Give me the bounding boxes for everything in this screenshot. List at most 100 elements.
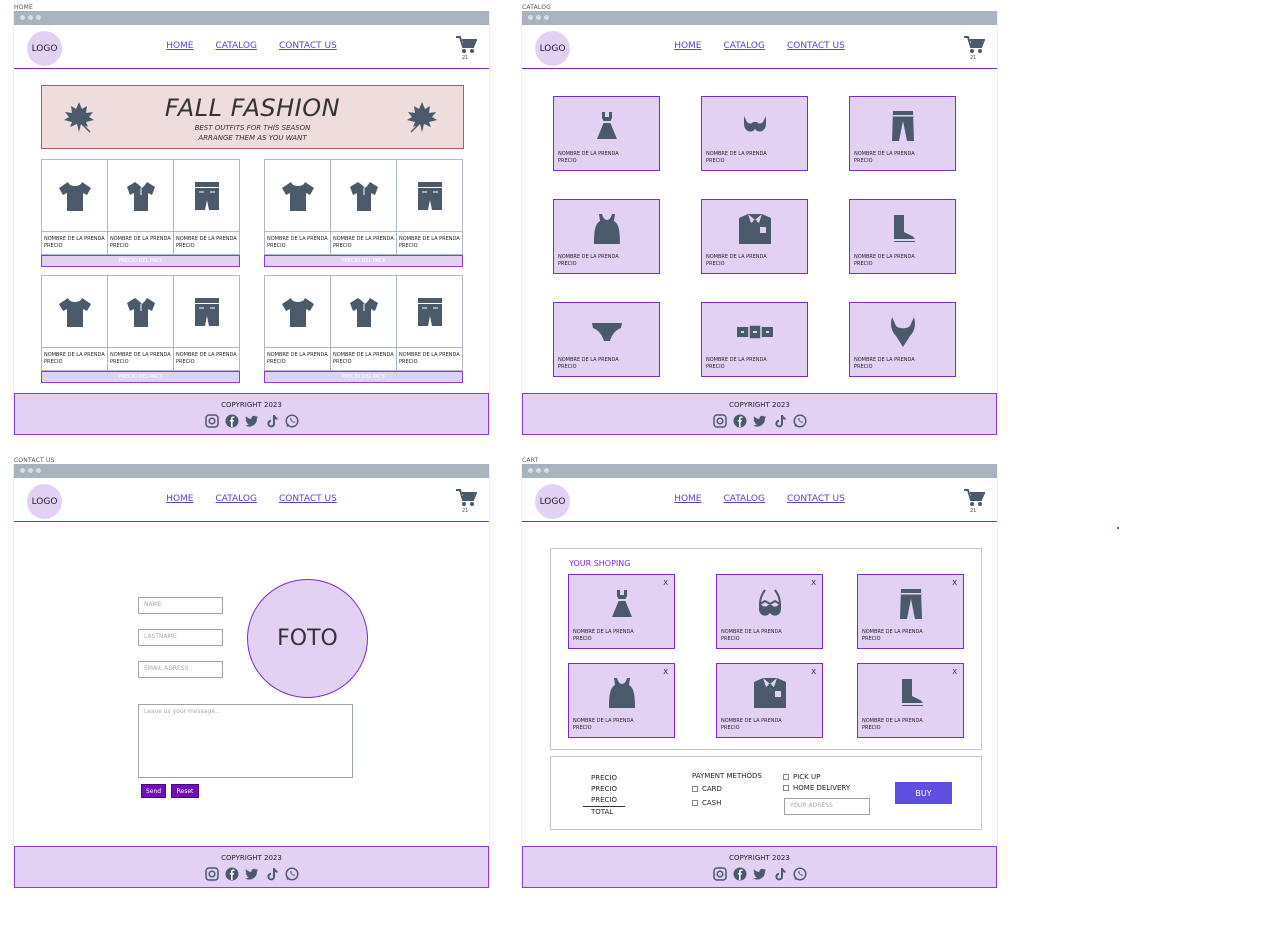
instagram-icon[interactable] <box>712 866 727 881</box>
cart-item[interactable]: X NOMBRE DE LA PRENDA PRECIO <box>716 663 823 738</box>
tshirt-icon <box>58 181 91 211</box>
nav-catalog-link[interactable]: CATALOG <box>216 41 257 51</box>
cart-button[interactable]: 21 <box>455 488 478 514</box>
nav-home-link[interactable]: HOME <box>674 494 701 504</box>
email-field[interactable]: EMAIL ADRESS <box>138 661 223 678</box>
navbar: LOGO HOME CATALOG CONTACT US 21 <box>522 25 997 69</box>
nav-catalog-link[interactable]: CATALOG <box>724 41 765 51</box>
underwear-icon <box>591 323 622 341</box>
twitter-icon[interactable] <box>752 866 767 880</box>
navbar: LOGO HOME CATALOG CONTACT US 21 <box>14 25 489 69</box>
cart-button[interactable]: 21 <box>963 488 986 514</box>
product-card[interactable]: NOMBRE DE LA PRENDA PRECIO <box>701 96 808 171</box>
outfit-pack[interactable]: NOMBRE DE LA PRENDA PRECIO NOMBRE DE LA P… <box>264 159 463 268</box>
tiktok-icon[interactable] <box>773 413 787 428</box>
nav-contact-link[interactable]: CONTACT US <box>279 41 337 51</box>
cart-item[interactable]: X NOMBRE DE LA PRENDA PRECIO <box>857 663 964 738</box>
buy-button[interactable]: BUY <box>895 782 952 804</box>
maple-leaf-icon <box>407 102 437 133</box>
twitter-icon[interactable] <box>244 866 259 880</box>
cart-count: 21 <box>970 55 977 61</box>
whatsapp-icon[interactable] <box>284 413 299 428</box>
cart-items-box: YOUR SHOPING X NOMBRE DE LA PRENDA PRECIO … <box>550 548 982 750</box>
product-card[interactable]: NOMBRE DE LA PRENDA PRECIO <box>849 302 956 377</box>
facebook-icon[interactable] <box>225 413 239 428</box>
cart-window: LOGO HOME CATALOG CONTACT US 21 YOUR SHO… <box>521 464 998 888</box>
nav-home-link[interactable]: HOME <box>166 494 193 504</box>
shirt-tie-icon <box>738 214 771 244</box>
pack-price: PRECIO DEL PACK <box>264 255 463 267</box>
cart-item[interactable]: X NOMBRE DE LA PRENDA PRECIO <box>716 574 823 649</box>
whatsapp-icon[interactable] <box>284 866 299 881</box>
outfit-pack[interactable]: NOMBRE DE LA PRENDA PRECIO NOMBRE DE LA P… <box>41 275 240 384</box>
copyright: COPYRIGHT 2023 <box>729 401 790 409</box>
address-field[interactable]: YOUR ADRESS <box>784 798 870 815</box>
instagram-icon[interactable] <box>204 866 219 881</box>
tiktok-icon[interactable] <box>773 866 787 881</box>
footer: COPYRIGHT 2023 <box>14 846 489 888</box>
copyright: COPYRIGHT 2023 <box>221 854 282 862</box>
delivery-option[interactable]: HOME DELIVERY <box>783 784 850 792</box>
whatsapp-icon[interactable] <box>792 866 807 881</box>
outfit-pack[interactable]: NOMBRE DE LA PRENDA PRECIO NOMBRE DE LA P… <box>264 275 463 384</box>
twitter-icon[interactable] <box>752 413 767 427</box>
cart-item[interactable]: X NOMBRE DE LA PRENDA PRECIO <box>568 663 675 738</box>
nav-catalog-link[interactable]: CATALOG <box>724 494 765 504</box>
card-checkbox[interactable] <box>692 786 698 792</box>
frame-label-catalog: CATALOG <box>522 4 552 11</box>
social-links <box>712 866 807 881</box>
tiktok-icon[interactable] <box>265 866 279 881</box>
pickup-option[interactable]: PICK UP <box>783 773 820 781</box>
cart-button[interactable]: 21 <box>963 35 986 61</box>
facebook-icon[interactable] <box>733 413 747 428</box>
nav-contact-link[interactable]: CONTACT US <box>279 494 337 504</box>
card-option[interactable]: CARD <box>692 785 722 793</box>
instagram-icon[interactable] <box>712 413 727 428</box>
product-card[interactable]: NOMBRE DE LA PRENDA PRECIO <box>849 199 956 274</box>
facebook-icon[interactable] <box>733 866 747 881</box>
hero-banner: FALL FASHION BEST OUTFITS FOR THIS SEASO… <box>41 85 464 149</box>
twitter-icon[interactable] <box>244 413 259 427</box>
delivery-checkbox[interactable] <box>783 785 789 791</box>
lastname-field[interactable]: LASTNAME <box>138 629 223 646</box>
shorts-icon <box>194 297 219 326</box>
reset-button[interactable]: Reset <box>171 784 199 798</box>
facebook-icon[interactable] <box>225 866 239 881</box>
titlebar <box>522 11 997 25</box>
nav-home-link[interactable]: HOME <box>166 41 193 51</box>
pack-price: PRECIO DEL PACK <box>41 255 240 267</box>
whatsapp-icon[interactable] <box>792 413 807 428</box>
nav-home-link[interactable]: HOME <box>674 41 701 51</box>
cart-count: 21 <box>970 508 977 514</box>
dress-icon <box>596 112 617 139</box>
belt-icon <box>736 325 773 339</box>
instagram-icon[interactable] <box>204 413 219 428</box>
pants-icon <box>899 589 922 619</box>
cart-button[interactable]: 21 <box>455 35 478 61</box>
frame-label-home: HOME <box>14 4 34 11</box>
polo-shirt-icon <box>126 297 155 327</box>
nav-contact-link[interactable]: CONTACT US <box>787 494 845 504</box>
pickup-checkbox[interactable] <box>783 774 789 780</box>
message-textarea[interactable]: Leave us your message... <box>138 704 353 778</box>
catalog-window: LOGO HOME CATALOG CONTACT US 21 NOMBRE D… <box>521 11 998 435</box>
product-card[interactable]: NOMBRE DE LA PRENDA PRECIO <box>849 96 956 171</box>
send-button[interactable]: Send <box>141 784 166 798</box>
product-card[interactable]: NOMBRE DE LA PRENDA PRECIO <box>553 96 660 171</box>
outfit-pack[interactable]: NOMBRE DE LA PRENDA PRECIO NOMBRE DE LA P… <box>41 159 240 268</box>
nav-contact-link[interactable]: CONTACT US <box>787 41 845 51</box>
cash-option[interactable]: CASH <box>692 799 721 807</box>
product-card[interactable]: NOMBRE DE LA PRENDA PRECIO <box>701 199 808 274</box>
name-field[interactable]: NAME <box>138 597 223 614</box>
cart-item[interactable]: X NOMBRE DE LA PRENDA PRECIO <box>568 574 675 649</box>
cash-checkbox[interactable] <box>692 800 698 806</box>
titlebar <box>522 464 997 478</box>
cart-item[interactable]: X NOMBRE DE LA PRENDA PRECIO <box>857 574 964 649</box>
cart-icon <box>456 489 478 506</box>
nav-catalog-link[interactable]: CATALOG <box>216 494 257 504</box>
product-card[interactable]: NOMBRE DE LA PRENDA PRECIO <box>553 199 660 274</box>
boot-icon <box>893 215 915 242</box>
tiktok-icon[interactable] <box>265 413 279 428</box>
product-card[interactable]: NOMBRE DE LA PRENDA PRECIO <box>553 302 660 377</box>
product-card[interactable]: NOMBRE DE LA PRENDA PRECIO <box>701 302 808 377</box>
